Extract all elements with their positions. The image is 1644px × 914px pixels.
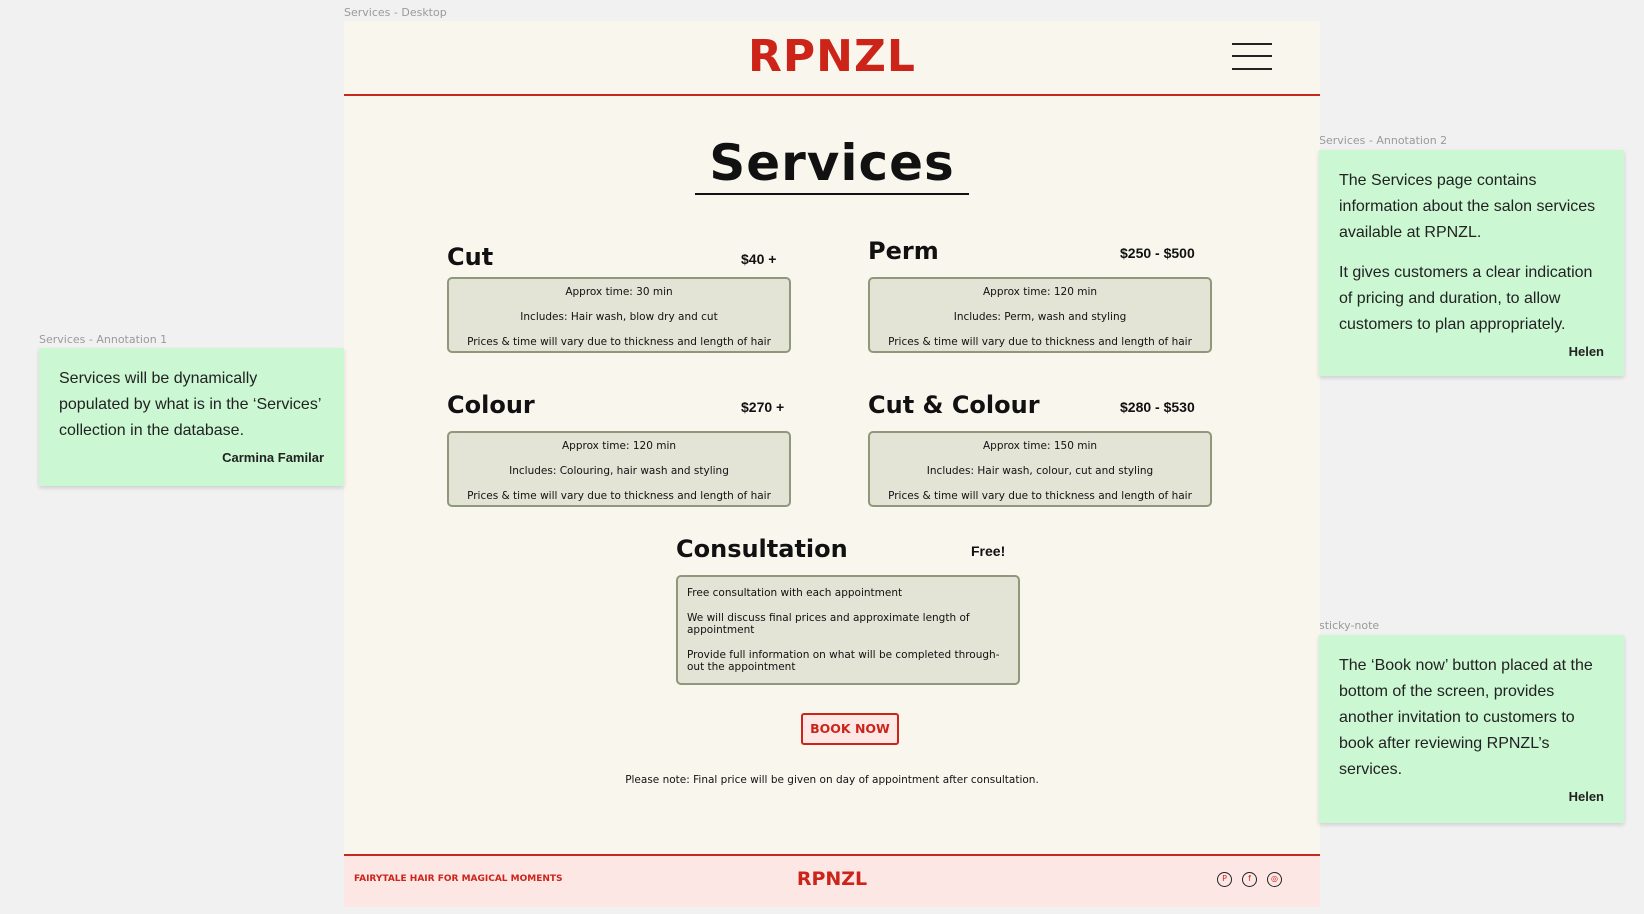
service-detail-line: Includes: Perm, wash and styling bbox=[953, 311, 1127, 323]
service-price: $250 - $500 bbox=[1120, 245, 1195, 261]
service-card-consultation: Consultation Free! Free consultation wit… bbox=[676, 535, 1024, 705]
service-details: Approx time: 150 min Includes: Hair wash… bbox=[868, 431, 1212, 507]
site-header: RPNZL bbox=[344, 21, 1320, 96]
final-price-note: Please note: Final price will be given o… bbox=[625, 774, 1039, 786]
site-footer: FAIRYTALE HAIR FOR MAGICAL MOMENTS RPNZL… bbox=[344, 854, 1320, 907]
sticky-note-annotation-1: Services will be dynamically populated b… bbox=[39, 348, 344, 486]
service-detail-line: Approx time: 150 min bbox=[982, 440, 1098, 452]
site-logo[interactable]: RPNZL bbox=[344, 31, 1320, 82]
service-card-cut: Cut $40 + Approx time: 30 min Includes: … bbox=[447, 243, 795, 378]
service-detail-line: Includes: Hair wash, blow dry and cut bbox=[520, 311, 718, 323]
consultation-detail-line: Provide full information on what will be… bbox=[687, 648, 1000, 674]
service-name: Cut bbox=[447, 243, 494, 271]
service-price: $270 + bbox=[741, 399, 785, 415]
consultation-detail-line: Free consultation with each appointment bbox=[687, 587, 903, 599]
hamburger-menu-icon[interactable] bbox=[1232, 41, 1274, 71]
service-price: Free! bbox=[971, 543, 1006, 559]
services-desktop-frame: RPNZL Services Cut $40 + Approx time: 30… bbox=[344, 21, 1320, 907]
service-price: $280 - $530 bbox=[1120, 399, 1195, 415]
frame-label-sticky-note: sticky-note bbox=[1319, 619, 1380, 632]
sticky-note-text: The ‘Book now’ button placed at the bott… bbox=[1339, 657, 1593, 778]
facebook-icon[interactable]: f bbox=[1242, 872, 1257, 887]
service-detail-line: Prices & time will vary due to thickness… bbox=[888, 490, 1192, 502]
service-detail-line: Approx time: 120 min bbox=[982, 286, 1098, 298]
service-price: $40 + bbox=[741, 251, 777, 267]
service-detail-line: Includes: Colouring, hair wash and styli… bbox=[509, 465, 729, 477]
service-details: Approx time: 120 min Includes: Colouring… bbox=[447, 431, 791, 507]
sticky-note-text: The Services page contains information a… bbox=[1339, 172, 1596, 241]
service-detail-line: Includes: Hair wash, colour, cut and sty… bbox=[926, 465, 1154, 477]
service-card-perm: Perm $250 - $500 Approx time: 120 min In… bbox=[868, 237, 1216, 372]
service-details: Approx time: 120 min Includes: Perm, was… bbox=[868, 277, 1212, 353]
pinterest-icon[interactable]: P bbox=[1217, 872, 1232, 887]
service-detail-line: Approx time: 30 min bbox=[565, 286, 673, 298]
sticky-note-annotation-2: The Services page contains information a… bbox=[1319, 150, 1624, 376]
frame-label-annotation-2: Services - Annotation 2 bbox=[1319, 134, 1448, 147]
service-name: Cut & Colour bbox=[868, 391, 1040, 419]
service-detail-line: Prices & time will vary due to thickness… bbox=[888, 336, 1192, 348]
service-card-cut-colour: Cut & Colour $280 - $530 Approx time: 15… bbox=[868, 391, 1216, 526]
service-name: Consultation bbox=[676, 535, 848, 563]
sticky-note-author: Helen bbox=[1568, 344, 1604, 359]
instagram-icon[interactable]: ◎ bbox=[1267, 872, 1282, 887]
sticky-note-author: Carmina Familar bbox=[222, 450, 324, 465]
sticky-note-book-now: The ‘Book now’ button placed at the bott… bbox=[1319, 635, 1624, 823]
page-title: Services bbox=[344, 134, 1320, 195]
service-detail-line: Prices & time will vary due to thickness… bbox=[467, 490, 771, 502]
service-detail-line: Approx time: 120 min bbox=[561, 440, 677, 452]
footer-logo[interactable]: RPNZL bbox=[344, 868, 1320, 890]
sticky-note-text: It gives customers a clear indication of… bbox=[1339, 264, 1593, 333]
service-card-colour: Colour $270 + Approx time: 120 min Inclu… bbox=[447, 391, 795, 526]
service-name: Perm bbox=[868, 237, 939, 265]
book-now-button[interactable]: BOOK NOW bbox=[801, 713, 899, 745]
service-detail-line: Prices & time will vary due to thickness… bbox=[467, 336, 771, 348]
sticky-note-text: Services will be dynamically populated b… bbox=[59, 370, 321, 439]
frame-label-annotation-1: Services - Annotation 1 bbox=[39, 333, 168, 346]
sticky-note-author: Helen bbox=[1568, 789, 1604, 804]
consultation-detail-line: We will discuss final prices and approxi… bbox=[687, 611, 970, 637]
service-details: Approx time: 30 min Includes: Hair wash,… bbox=[447, 277, 791, 353]
service-name: Colour bbox=[447, 391, 535, 419]
consultation-details: Free consultation with each appointment … bbox=[676, 575, 1020, 685]
frame-label-desktop: Services - Desktop bbox=[344, 6, 447, 19]
